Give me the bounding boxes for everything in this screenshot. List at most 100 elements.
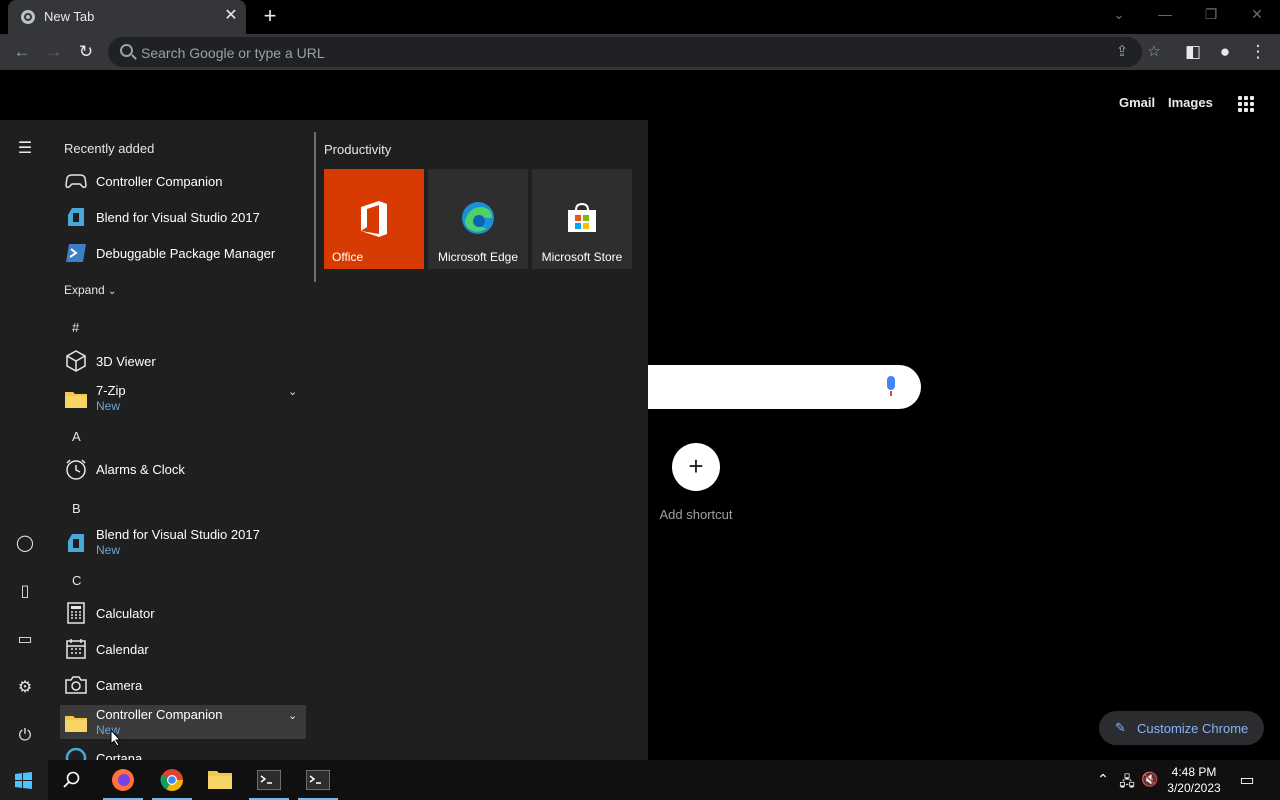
mouse-cursor-icon [110,729,122,747]
list-item[interactable]: Controller Companion [60,165,306,199]
list-item[interactable]: Cortana [60,742,306,760]
app-list: Recently added Controller Companion Blen… [56,120,312,760]
terminal-icon [306,770,330,790]
user-account-icon[interactable]: ◯ [13,532,37,556]
power-icon[interactable]: ⏻ [13,724,37,748]
share-icon[interactable]: ⇪ [1111,41,1133,63]
clock-icon [66,459,86,480]
profile-icon[interactable]: ● [1213,40,1237,64]
list-item[interactable]: 3D Viewer [60,345,306,379]
app-name: Cortana [96,751,143,760]
list-item[interactable]: Blend for Visual Studio 2017 New [60,525,306,559]
list-item[interactable]: Camera [60,669,306,703]
new-badge: New [96,543,121,557]
taskbar-clock[interactable]: 4:48 PM 3/20/2023 [1160,764,1228,796]
list-item[interactable]: Calendar [60,633,306,667]
new-tab-button[interactable]: + [258,5,282,29]
reload-icon[interactable]: ↻ [74,40,98,64]
windows-logo-icon [15,772,32,789]
window-close-button[interactable]: ✕ [1245,6,1269,26]
app-name: Calendar [96,642,149,657]
tile-group-title: Productivity [324,142,392,157]
list-item[interactable]: 7-Zip New ⌄ [60,381,306,415]
pictures-icon[interactable]: ▭ [13,628,37,652]
settings-gear-icon[interactable]: ⚙ [13,676,37,700]
browser-tab[interactable]: New Tab ✕ [8,0,246,34]
address-bar[interactable]: Search Google or type a URL ⇪ ☆ [108,37,1161,67]
network-icon[interactable]: 🖧 [1118,771,1136,789]
menu-kebab-icon[interactable]: ⋮ [1246,40,1270,64]
google-apps-icon[interactable] [1238,96,1254,112]
firefox-icon [112,769,134,791]
terminal-icon [257,770,281,790]
action-center-icon[interactable]: ▭ [1236,770,1258,790]
expand-label: Expand [64,283,105,297]
firefox-taskbar-button[interactable] [99,760,147,800]
restore-button[interactable]: ❐ [1199,6,1223,26]
gamepad-icon [65,174,87,188]
app-list-scrollbar[interactable] [314,132,316,282]
tile-microsoft-edge[interactable]: Microsoft Edge [428,169,528,269]
expand-button[interactable]: Expand ⌄ [64,283,116,297]
list-item[interactable]: Blend for Visual Studio 2017 [60,201,306,235]
add-shortcut-button[interactable]: + [672,443,720,491]
app-name: Controller Companion [96,707,223,722]
list-item[interactable]: Alarms & Clock [60,453,306,487]
clock-time: 4:48 PM [1171,765,1217,779]
back-arrow-icon[interactable]: ← [10,40,34,64]
forward-arrow-icon[interactable]: → [42,40,66,64]
volume-muted-icon[interactable]: 🔇 [1141,771,1159,787]
gmail-link[interactable]: Gmail [1119,95,1155,110]
terminal-taskbar-button[interactable] [294,760,342,800]
tile-microsoft-store[interactable]: Microsoft Store [532,169,632,269]
app-name: Alarms & Clock [96,462,185,477]
list-item[interactable]: Calculator [60,597,306,631]
search-icon [120,44,133,57]
tile-office[interactable]: Office [324,169,424,269]
cube-icon [66,350,86,372]
minimize-button[interactable]: — [1153,6,1177,26]
images-link[interactable]: Images [1168,95,1213,110]
cortana-icon [65,747,87,760]
start-button[interactable] [0,760,48,800]
camera-icon [65,676,87,694]
file-explorer-taskbar-button[interactable] [196,760,244,800]
clock-date: 3/20/2023 [1167,781,1221,795]
bookmark-star-icon[interactable]: ☆ [1143,41,1165,63]
search-button[interactable] [48,760,96,800]
close-tab-icon[interactable]: ✕ [222,7,240,25]
browser-toolbar: ← → ↻ Search Google or type a URL ⇪ ☆ ◧ … [0,34,1280,70]
letter-header-b[interactable]: B [72,501,81,516]
side-panel-icon[interactable]: ◧ [1181,40,1205,64]
customize-chrome-button[interactable]: ✎ Customize Chrome [1099,711,1264,745]
documents-icon[interactable]: ▯ [13,580,37,604]
microphone-icon[interactable] [887,376,895,396]
chevron-down-icon[interactable]: ⌄ [288,709,297,722]
tile-label: Microsoft Store [541,250,623,264]
file-explorer-icon [208,771,232,789]
letter-header-c[interactable]: C [72,573,81,588]
terminal-taskbar-button[interactable] [245,760,293,800]
hamburger-menu-icon[interactable]: ☰ [13,137,37,161]
blend-icon [68,534,84,552]
calculator-icon [67,602,85,624]
folder-icon [65,716,87,732]
chevron-down-icon[interactable]: ⌄ [288,385,297,398]
letter-header-a[interactable]: A [72,429,81,444]
calendar-icon [66,639,86,659]
powershell-icon [66,244,86,262]
new-badge: New [96,399,121,413]
list-item[interactable]: Controller Companion New ⌄ [60,705,306,739]
letter-header-hash[interactable]: # [72,320,79,335]
blend-icon [68,208,84,226]
search-icon [63,771,80,788]
tab-search-icon[interactable]: ⌄ [1107,6,1131,26]
chrome-icon [160,769,183,791]
chrome-taskbar-button[interactable] [148,760,196,800]
list-item[interactable]: Debuggable Package Manager [60,237,306,271]
tile-label: Office [332,250,364,264]
chevron-up-icon[interactable]: ⌃ [1095,771,1111,787]
tile-label: Microsoft Edge [437,250,519,264]
customize-chrome-label: Customize Chrome [1137,721,1249,736]
store-bag-icon [568,202,596,232]
